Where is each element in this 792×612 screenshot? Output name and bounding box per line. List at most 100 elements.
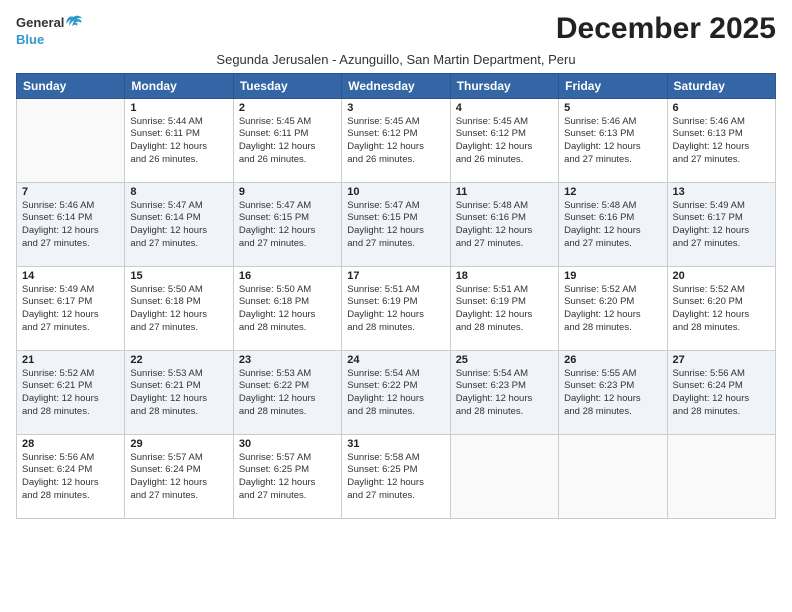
calendar-cell: 19 Sunrise: 5:52 AM Sunset: 6:20 PM Dayli… — [559, 266, 667, 350]
calendar-cell: 6 Sunrise: 5:46 AM Sunset: 6:13 PM Daylig… — [667, 98, 775, 182]
day-info: Sunrise: 5:48 AM Sunset: 6:16 PM Dayligh… — [456, 200, 553, 251]
calendar-cell: 26 Sunrise: 5:55 AM Sunset: 6:23 PM Dayli… — [559, 350, 667, 434]
calendar-week-row: 21 Sunrise: 5:52 AM Sunset: 6:21 PM Dayli… — [17, 350, 776, 434]
calendar-cell: 29 Sunrise: 5:57 AM Sunset: 6:24 PM Dayli… — [125, 434, 233, 518]
day-number: 26 — [564, 354, 661, 366]
month-title: December 2025 — [556, 12, 776, 46]
day-info: Sunrise: 5:52 AM Sunset: 6:21 PM Dayligh… — [22, 368, 119, 419]
calendar-cell: 2 Sunrise: 5:45 AM Sunset: 6:11 PM Daylig… — [233, 98, 341, 182]
day-number: 3 — [347, 102, 444, 114]
calendar-cell: 4 Sunrise: 5:45 AM Sunset: 6:12 PM Daylig… — [450, 98, 558, 182]
calendar-week-row: 28Sunrise: 5:56 AM Sunset: 6:24 PM Dayli… — [17, 434, 776, 518]
day-info: Sunrise: 5:45 AM Sunset: 6:11 PM Dayligh… — [239, 116, 336, 167]
header-tuesday: Tuesday — [233, 73, 341, 98]
day-info: Sunrise: 5:55 AM Sunset: 6:23 PM Dayligh… — [564, 368, 661, 419]
logo-blue: Blue — [16, 32, 83, 48]
calendar-cell: 9 Sunrise: 5:47 AM Sunset: 6:15 PM Daylig… — [233, 182, 341, 266]
day-number: 23 — [239, 354, 336, 366]
calendar-cell: 13 Sunrise: 5:49 AM Sunset: 6:17 PM Dayli… — [667, 182, 775, 266]
calendar-cell: 20Sunrise: 5:52 AM Sunset: 6:20 PM Dayli… — [667, 266, 775, 350]
calendar-cell: 12Sunrise: 5:48 AM Sunset: 6:16 PM Dayli… — [559, 182, 667, 266]
header-friday: Friday — [559, 73, 667, 98]
day-info: Sunrise: 5:52 AM Sunset: 6:20 PM Dayligh… — [673, 284, 770, 335]
calendar-cell: 21 Sunrise: 5:52 AM Sunset: 6:21 PM Dayli… — [17, 350, 125, 434]
day-info: Sunrise: 5:54 AM Sunset: 6:23 PM Dayligh… — [456, 368, 553, 419]
day-info: Sunrise: 5:50 AM Sunset: 6:18 PM Dayligh… — [239, 284, 336, 335]
day-number: 7 — [22, 186, 119, 198]
calendar-cell — [450, 434, 558, 518]
day-number: 25 — [456, 354, 553, 366]
day-number: 13 — [673, 186, 770, 198]
day-number: 14 — [22, 270, 119, 282]
day-number: 18 — [456, 270, 553, 282]
calendar-cell: 11Sunrise: 5:48 AM Sunset: 6:16 PM Dayli… — [450, 182, 558, 266]
calendar-header-row: SundayMondayTuesdayWednesdayThursdayFrid… — [17, 73, 776, 98]
calendar-cell: 17 Sunrise: 5:51 AM Sunset: 6:19 PM Dayli… — [342, 266, 450, 350]
calendar-cell: 27 Sunrise: 5:56 AM Sunset: 6:24 PM Dayli… — [667, 350, 775, 434]
day-number: 15 — [130, 270, 227, 282]
day-info: Sunrise: 5:46 AM Sunset: 6:13 PM Dayligh… — [673, 116, 770, 167]
day-number: 27 — [673, 354, 770, 366]
calendar-cell: 25 Sunrise: 5:54 AM Sunset: 6:23 PM Dayli… — [450, 350, 558, 434]
day-number: 30 — [239, 438, 336, 450]
calendar-cell: 24 Sunrise: 5:54 AM Sunset: 6:22 PM Dayli… — [342, 350, 450, 434]
calendar-cell: 28Sunrise: 5:56 AM Sunset: 6:24 PM Dayli… — [17, 434, 125, 518]
calendar-cell: 10 Sunrise: 5:47 AM Sunset: 6:15 PM Dayli… — [342, 182, 450, 266]
calendar-cell: 3 Sunrise: 5:45 AM Sunset: 6:12 PM Daylig… — [342, 98, 450, 182]
day-number: 2 — [239, 102, 336, 114]
header-wednesday: Wednesday — [342, 73, 450, 98]
calendar-cell: 7 Sunrise: 5:46 AM Sunset: 6:14 PM Daylig… — [17, 182, 125, 266]
day-info: Sunrise: 5:49 AM Sunset: 6:17 PM Dayligh… — [673, 200, 770, 251]
header-monday: Monday — [125, 73, 233, 98]
calendar-cell: 31 Sunrise: 5:58 AM Sunset: 6:25 PM Dayli… — [342, 434, 450, 518]
calendar-cell: 18Sunrise: 5:51 AM Sunset: 6:19 PM Dayli… — [450, 266, 558, 350]
day-number: 29 — [130, 438, 227, 450]
calendar-cell: 15 Sunrise: 5:50 AM Sunset: 6:18 PM Dayli… — [125, 266, 233, 350]
day-info: Sunrise: 5:46 AM Sunset: 6:14 PM Dayligh… — [22, 200, 119, 251]
day-info: Sunrise: 5:49 AM Sunset: 6:17 PM Dayligh… — [22, 284, 119, 335]
calendar-week-row: 1Sunrise: 5:44 AM Sunset: 6:11 PM Daylig… — [17, 98, 776, 182]
calendar-cell: 5 Sunrise: 5:46 AM Sunset: 6:13 PM Daylig… — [559, 98, 667, 182]
day-info: Sunrise: 5:52 AM Sunset: 6:20 PM Dayligh… — [564, 284, 661, 335]
day-info: Sunrise: 5:57 AM Sunset: 6:25 PM Dayligh… — [239, 452, 336, 503]
day-info: Sunrise: 5:46 AM Sunset: 6:13 PM Dayligh… — [564, 116, 661, 167]
day-info: Sunrise: 5:53 AM Sunset: 6:22 PM Dayligh… — [239, 368, 336, 419]
day-info: Sunrise: 5:45 AM Sunset: 6:12 PM Dayligh… — [347, 116, 444, 167]
day-number: 31 — [347, 438, 444, 450]
day-number: 17 — [347, 270, 444, 282]
calendar-cell: 30 Sunrise: 5:57 AM Sunset: 6:25 PM Dayli… — [233, 434, 341, 518]
day-info: Sunrise: 5:45 AM Sunset: 6:12 PM Dayligh… — [456, 116, 553, 167]
day-number: 16 — [239, 270, 336, 282]
calendar-cell: 22Sunrise: 5:53 AM Sunset: 6:21 PM Dayli… — [125, 350, 233, 434]
day-number: 4 — [456, 102, 553, 114]
day-info: Sunrise: 5:51 AM Sunset: 6:19 PM Dayligh… — [347, 284, 444, 335]
day-number: 5 — [564, 102, 661, 114]
calendar-cell: 8 Sunrise: 5:47 AM Sunset: 6:14 PM Daylig… — [125, 182, 233, 266]
header-thursday: Thursday — [450, 73, 558, 98]
header: General Blue December 2025 — [16, 12, 776, 48]
day-info: Sunrise: 5:58 AM Sunset: 6:25 PM Dayligh… — [347, 452, 444, 503]
day-info: Sunrise: 5:47 AM Sunset: 6:15 PM Dayligh… — [347, 200, 444, 251]
header-saturday: Saturday — [667, 73, 775, 98]
calendar-week-row: 7 Sunrise: 5:46 AM Sunset: 6:14 PM Daylig… — [17, 182, 776, 266]
day-info: Sunrise: 5:54 AM Sunset: 6:22 PM Dayligh… — [347, 368, 444, 419]
day-number: 12 — [564, 186, 661, 198]
day-number: 6 — [673, 102, 770, 114]
day-number: 1 — [130, 102, 227, 114]
day-number: 19 — [564, 270, 661, 282]
subtitle: Segunda Jerusalen - Azunguillo, San Mart… — [16, 52, 776, 67]
logo-bird-icon — [65, 14, 83, 32]
day-info: Sunrise: 5:50 AM Sunset: 6:18 PM Dayligh… — [130, 284, 227, 335]
day-info: Sunrise: 5:56 AM Sunset: 6:24 PM Dayligh… — [673, 368, 770, 419]
calendar: SundayMondayTuesdayWednesdayThursdayFrid… — [16, 73, 776, 519]
day-number: 24 — [347, 354, 444, 366]
calendar-cell: 14 Sunrise: 5:49 AM Sunset: 6:17 PM Dayli… — [17, 266, 125, 350]
day-info: Sunrise: 5:47 AM Sunset: 6:15 PM Dayligh… — [239, 200, 336, 251]
day-number: 21 — [22, 354, 119, 366]
page: General Blue December 2025 Segunda Jerus… — [0, 0, 792, 612]
day-number: 9 — [239, 186, 336, 198]
day-info: Sunrise: 5:47 AM Sunset: 6:14 PM Dayligh… — [130, 200, 227, 251]
day-number: 8 — [130, 186, 227, 198]
day-number: 10 — [347, 186, 444, 198]
day-info: Sunrise: 5:57 AM Sunset: 6:24 PM Dayligh… — [130, 452, 227, 503]
